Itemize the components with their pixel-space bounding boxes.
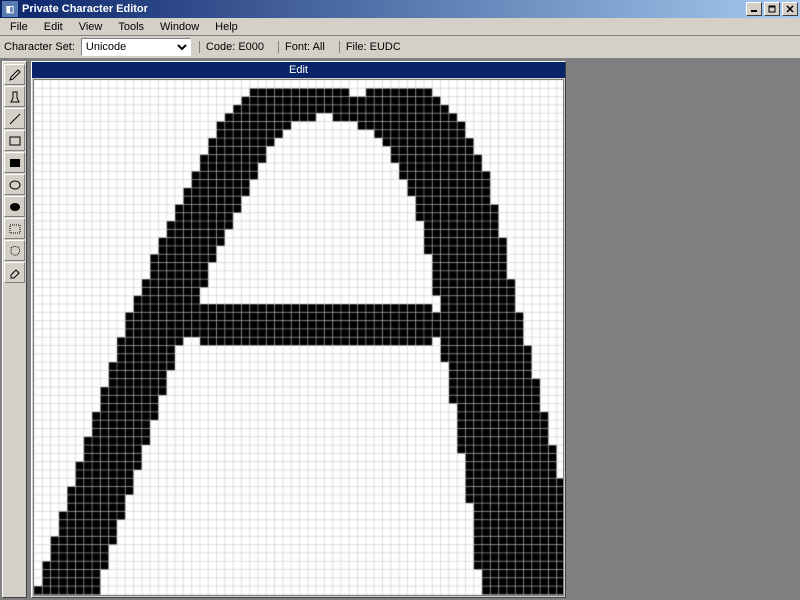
info-toolbar: Character Set: Unicode Code: E000 Font: … xyxy=(0,36,800,59)
filled-rect-tool-icon[interactable] xyxy=(4,152,25,173)
window-title: Private Character Editor xyxy=(22,3,746,15)
charset-select[interactable]: Unicode xyxy=(81,38,191,56)
menu-file[interactable]: File xyxy=(2,19,36,35)
pixel-grid[interactable] xyxy=(33,79,564,596)
select-free-tool-icon[interactable] xyxy=(4,240,25,261)
code-field: Code: E000 xyxy=(199,41,270,53)
minimize-button[interactable] xyxy=(746,2,762,16)
file-field: File: EUDC xyxy=(339,41,407,53)
menu-view[interactable]: View xyxy=(71,19,111,35)
menu-help[interactable]: Help xyxy=(207,19,246,35)
select-rect-tool-icon[interactable] xyxy=(4,218,25,239)
line-tool-icon[interactable] xyxy=(4,108,25,129)
titlebar: ◧ Private Character Editor xyxy=(0,0,800,18)
workspace: Edit xyxy=(0,59,800,600)
close-button[interactable] xyxy=(782,2,798,16)
menubar: File Edit View Tools Window Help xyxy=(0,18,800,36)
app-window: ◧ Private Character Editor File Edit Vie… xyxy=(0,0,800,600)
tool-palette xyxy=(2,61,27,598)
edit-window-title: Edit xyxy=(32,62,565,78)
menu-tools[interactable]: Tools xyxy=(110,19,152,35)
rect-tool-icon[interactable] xyxy=(4,130,25,151)
font-field: Font: All xyxy=(278,41,331,53)
edit-window: Edit xyxy=(31,61,566,598)
app-icon: ◧ xyxy=(2,1,18,17)
filled-ellipse-tool-icon[interactable] xyxy=(4,196,25,217)
pencil-tool-icon[interactable] xyxy=(4,64,25,85)
brush-tool-icon[interactable] xyxy=(4,86,25,107)
maximize-button[interactable] xyxy=(764,2,780,16)
charset-label: Character Set: xyxy=(4,41,75,53)
menu-window[interactable]: Window xyxy=(152,19,207,35)
eraser-tool-icon[interactable] xyxy=(4,262,25,283)
ellipse-tool-icon[interactable] xyxy=(4,174,25,195)
menu-edit[interactable]: Edit xyxy=(36,19,71,35)
window-controls xyxy=(746,2,798,16)
